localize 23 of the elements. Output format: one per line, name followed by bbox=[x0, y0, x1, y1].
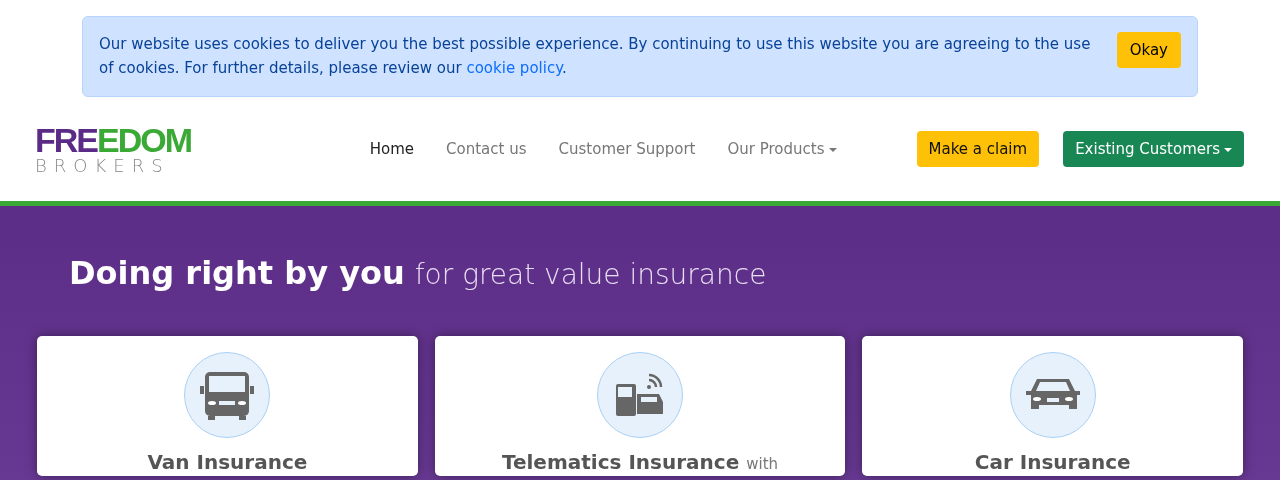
caret-icon bbox=[1224, 147, 1232, 152]
existing-customers-button[interactable]: Existing Customers bbox=[1063, 131, 1244, 167]
product-card[interactable]: Car Insurance bbox=[862, 336, 1243, 476]
nav-link[interactable]: Customer Support bbox=[542, 132, 712, 166]
cookie-policy-link[interactable]: cookie policy bbox=[466, 59, 562, 77]
van-icon bbox=[199, 370, 256, 420]
card-title: Van Insurance bbox=[147, 450, 308, 474]
caret-icon bbox=[828, 147, 837, 152]
card-title: Car Insurance bbox=[974, 450, 1131, 474]
hero-subtitle: for great value insurance bbox=[414, 258, 767, 291]
cookie-message: Our website uses cookies to deliver you the best possible experience. By continuing to use this website you are agreeing to the use of cookies. For further details, please review our cookie policy. bbox=[99, 34, 1092, 79]
product-card[interactable]: Van Insurance bbox=[37, 336, 418, 476]
product-card[interactable]: Telematics Insurance with bbox=[434, 336, 846, 476]
nav-link[interactable]: Our Products bbox=[711, 132, 853, 166]
card-title: Telematics Insurance with bbox=[501, 450, 779, 474]
make-claim-button[interactable]: Make a claim bbox=[916, 131, 1040, 167]
okay-button[interactable]: Okay bbox=[1116, 32, 1181, 68]
logo-subtitle: BROKERS bbox=[35, 157, 171, 175]
nav-link[interactable]: Contact us bbox=[430, 132, 543, 166]
nav-link[interactable]: Home bbox=[353, 132, 431, 166]
hero-title: Doing right by you bbox=[69, 254, 405, 292]
vehicles-signal-icon bbox=[615, 372, 665, 418]
logo-wordmark[interactable]: FREEDOM bbox=[35, 123, 191, 157]
